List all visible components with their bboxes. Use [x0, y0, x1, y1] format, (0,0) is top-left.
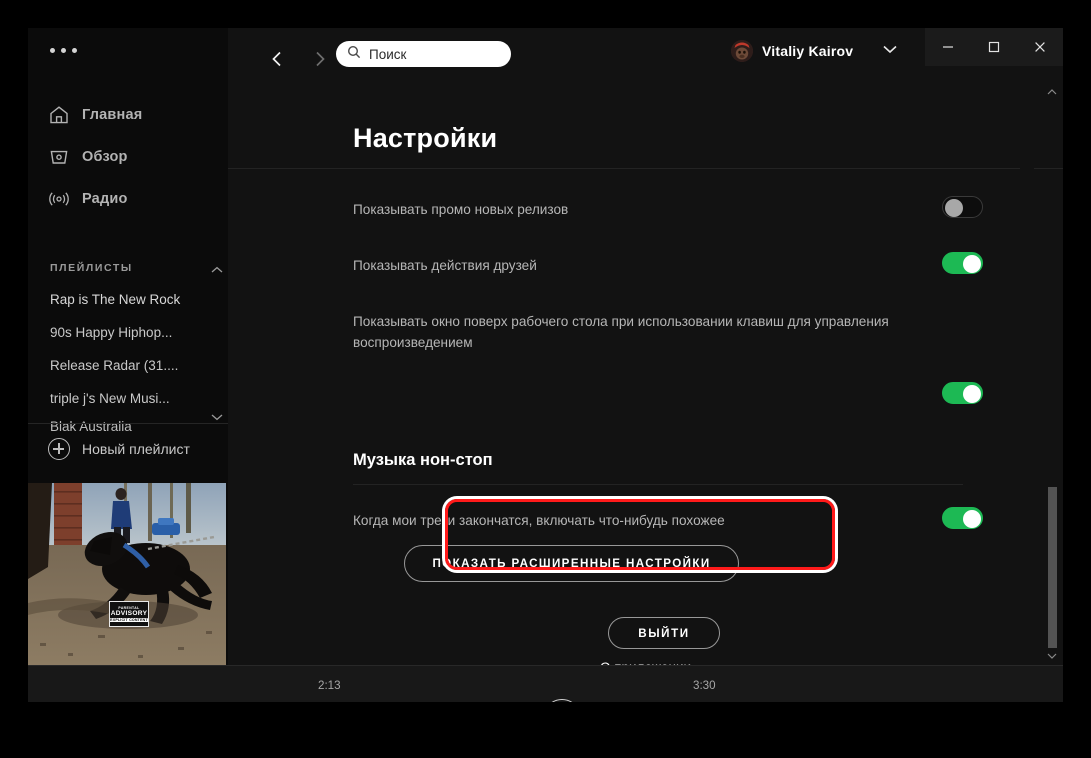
- radio-icon: [48, 188, 78, 210]
- time-total: 3:30: [693, 679, 716, 692]
- divider: [228, 168, 1063, 169]
- content-scrollbar-track[interactable]: [1020, 66, 1034, 656]
- sidebar-nav: Главная Обзор Радио: [28, 94, 228, 220]
- user-name: Vitaliy Kairov: [762, 43, 854, 59]
- list-item[interactable]: Release Radar (31....: [28, 349, 228, 382]
- back-button[interactable]: [263, 45, 291, 73]
- section-title-autoplay: Музыка нон-стоп: [353, 451, 493, 469]
- settings-panel: Настройки Показывать промо новых релизов…: [228, 111, 1063, 665]
- setting-label-autoplay: Когда мои треки закончатся, включать что…: [353, 513, 725, 528]
- sidebar-item-label: Обзор: [82, 149, 128, 165]
- more-dots-icon[interactable]: [50, 48, 77, 53]
- album-art[interactable]: PARENTAL ADVISORY EXPLICIT CONTENT: [28, 483, 226, 665]
- toggle-knob: [963, 509, 981, 528]
- search-placeholder: Поиск: [369, 46, 407, 62]
- browse-icon: [48, 146, 78, 168]
- maximize-button[interactable]: [971, 28, 1017, 66]
- plus-icon: [48, 438, 70, 460]
- chevron-down-icon[interactable]: [881, 42, 899, 60]
- playlists-section-header: ПЛЕЙЛИСТЫ: [50, 262, 133, 274]
- playlist-list: Rap is The New Rock 90s Happy Hiphop... …: [28, 283, 228, 437]
- player-bar: Lion King On Ice J. Cole: [28, 665, 1063, 702]
- toggle-desktop-overlay[interactable]: [942, 382, 983, 404]
- setting-label-desktop-overlay: Показывать окно поверх рабочего стола пр…: [353, 314, 889, 350]
- scroll-down-arrow[interactable]: [1046, 648, 1058, 666]
- list-item[interactable]: triple j's New Musi...: [28, 382, 228, 415]
- list-item[interactable]: Rap is The New Rock: [28, 283, 228, 316]
- sidebar-item-radio[interactable]: Радио: [28, 178, 228, 220]
- advisory-line3: EXPLICIT CONTENT: [110, 618, 148, 622]
- toggle-autoplay[interactable]: [942, 507, 983, 529]
- logout-button[interactable]: ВЫЙТИ: [608, 617, 720, 649]
- new-playlist-button[interactable]: Новый плейлист: [48, 438, 190, 460]
- close-button[interactable]: [1017, 28, 1063, 66]
- minimize-button[interactable]: [925, 28, 971, 66]
- forward-button[interactable]: [306, 45, 334, 73]
- scroll-up-arrow[interactable]: [1046, 84, 1058, 102]
- toggle-friend-activity[interactable]: [942, 252, 983, 274]
- setting-label-new-releases: Показывать промо новых релизов: [353, 202, 569, 217]
- list-item[interactable]: Blak Australia: [28, 415, 228, 437]
- content-scrollbar-thumb[interactable]: [1048, 487, 1057, 648]
- chevron-up-icon[interactable]: [210, 262, 224, 280]
- divider: [353, 484, 963, 485]
- parental-advisory-label: PARENTAL ADVISORY EXPLICIT CONTENT: [109, 601, 149, 627]
- advisory-line2: ADVISORY: [110, 610, 148, 617]
- avatar: [731, 40, 753, 62]
- search-icon: [347, 45, 361, 64]
- time-elapsed: 2:13: [318, 679, 341, 692]
- list-item[interactable]: 90s Happy Hiphop...: [28, 316, 228, 349]
- toggle-knob: [944, 198, 963, 217]
- play-pause-button[interactable]: [543, 699, 581, 702]
- user-menu[interactable]: Vitaliy Kairov: [731, 40, 899, 62]
- sidebar-item-browse[interactable]: Обзор: [28, 136, 228, 178]
- page-title: Настройки: [353, 123, 498, 153]
- sidebar-item-label: Радио: [82, 191, 128, 207]
- toggle-new-releases[interactable]: [942, 196, 983, 218]
- toggle-knob: [963, 384, 981, 403]
- sidebar: Главная Обзор Радио ПЛЕЙЛИСТЫ Rap is The…: [28, 28, 246, 665]
- home-icon: [48, 104, 78, 126]
- sidebar-item-home[interactable]: Главная: [28, 94, 228, 136]
- show-advanced-settings-button[interactable]: ПОКАЗАТЬ РАСШИРЕННЫЕ НАСТРОЙКИ: [404, 545, 739, 582]
- new-playlist-label: Новый плейлист: [82, 441, 190, 457]
- setting-label-friend-activity: Показывать действия друзей: [353, 258, 537, 273]
- sidebar-item-label: Главная: [82, 107, 143, 123]
- search-input[interactable]: Поиск: [336, 41, 511, 67]
- toggle-knob: [963, 254, 981, 273]
- spotify-app-window: Главная Обзор Радио ПЛЕЙЛИСТЫ Rap is The…: [28, 28, 1063, 702]
- window-controls: [925, 28, 1063, 66]
- sidebar-divider: [28, 423, 228, 424]
